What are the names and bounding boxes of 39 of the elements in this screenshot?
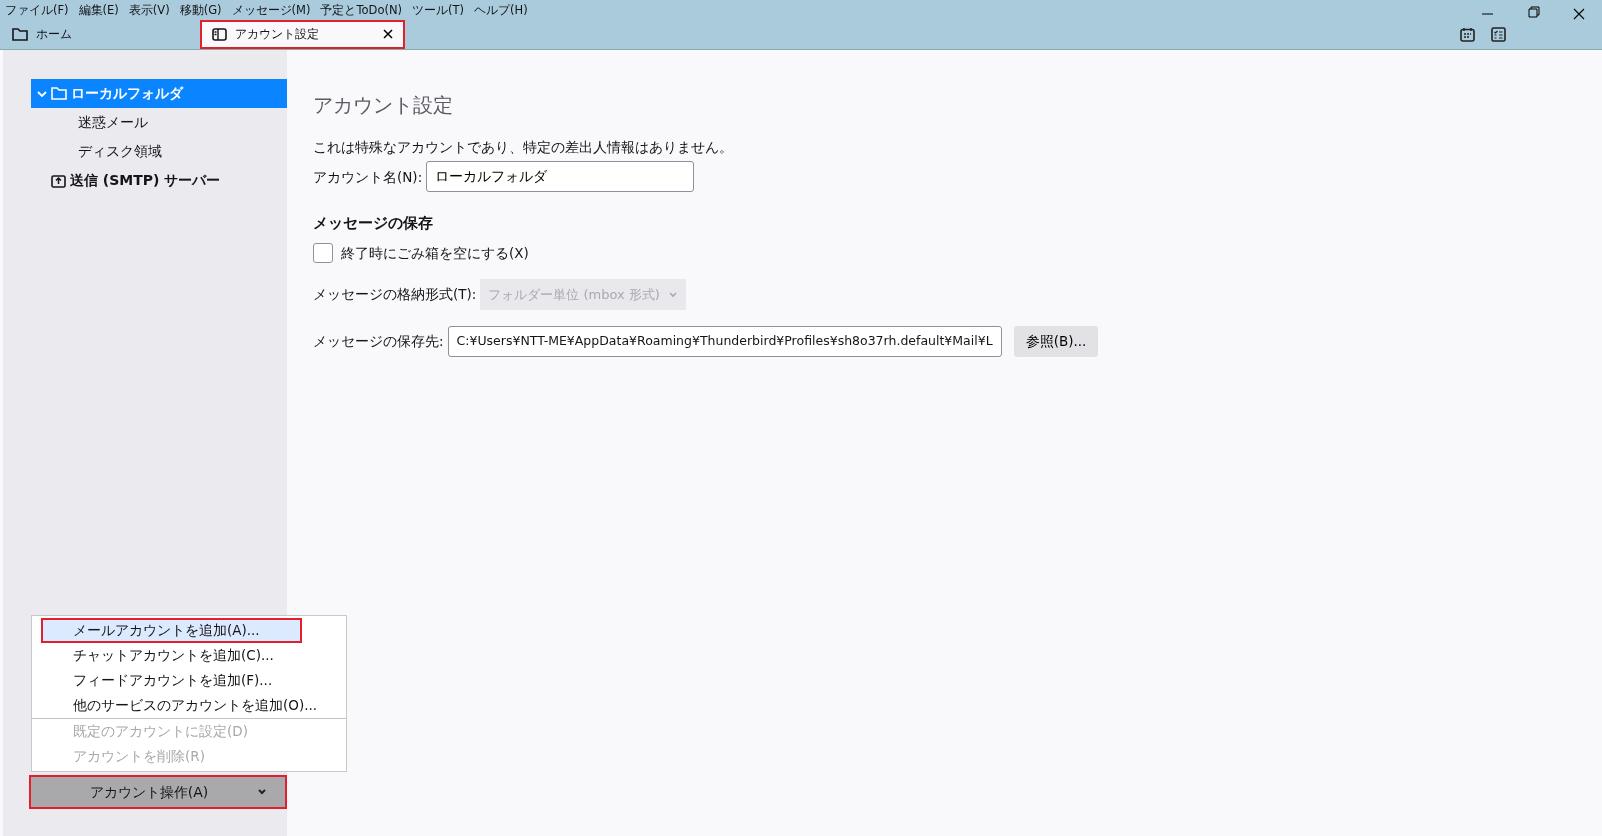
folder-icon	[51, 87, 67, 100]
browse-button[interactable]: 参照(B)...	[1013, 326, 1099, 357]
calendar-icon[interactable]	[1460, 27, 1475, 42]
menu-item[interactable]: メールアカウントを追加(A)...	[41, 618, 302, 643]
menu-item[interactable]: ファイル(F)	[0, 0, 74, 20]
menu-item[interactable]: ツール(T)	[407, 0, 470, 20]
folder-icon	[12, 28, 28, 41]
menu-item[interactable]: ヘルプ(H)	[469, 0, 533, 20]
menu-item[interactable]: メッセージ(M)	[226, 0, 316, 20]
tree-item[interactable]: 迷惑メール	[31, 108, 287, 137]
menu-item[interactable]: フィードアカウントを追加(F)...	[32, 668, 346, 693]
chevron-down-icon	[667, 290, 678, 299]
task-list-icon[interactable]	[1491, 27, 1506, 42]
outbox-icon	[51, 173, 66, 188]
field-label: メッセージの保存先:	[313, 332, 444, 352]
chevron-icon[interactable]	[37, 89, 47, 98]
tab[interactable]: アカウント設定	[200, 20, 405, 49]
account-actions-button[interactable]: アカウント操作(A)	[29, 775, 287, 809]
tree-item[interactable]: 送信 (SMTP) サーバー	[31, 166, 287, 195]
menu-item[interactable]: 予定とToDo(N)	[315, 0, 408, 20]
field-label: メッセージの格納形式(T):	[313, 285, 477, 305]
close-tab-icon[interactable]	[383, 29, 393, 40]
chevron-down-icon[interactable]	[257, 788, 267, 796]
tree-item[interactable]: ディスク領域	[31, 137, 287, 166]
input-field[interactable]: ローカルフォルダ	[426, 161, 695, 193]
menu-item[interactable]: チャットアカウントを追加(C)...	[32, 643, 346, 668]
checkbox-label: 終了時にごみ箱を空にする(X)	[341, 243, 529, 263]
tab[interactable]: ホーム	[0, 20, 200, 49]
note-text: これは特殊なアカウントであり、特定の差出人情報はありません。	[313, 138, 734, 157]
input-field[interactable]: C:¥Users¥NTT-ME¥AppData¥Roaming¥Thunderbird¥Profiles¥sh8o37rh.default¥Mail¥L	[447, 326, 1002, 357]
tree-item[interactable]: ローカルフォルダ	[31, 79, 287, 108]
menu-item[interactable]: 表示(V)	[123, 0, 175, 20]
field-label: アカウント名(N):	[313, 167, 423, 187]
menu-item[interactable]: 他のサービスのアカウントを追加(O)...	[32, 693, 346, 718]
menu-item[interactable]: 移動(G)	[174, 0, 227, 20]
page-title: アカウント設定	[313, 92, 454, 119]
section-heading: メッセージの保存	[313, 213, 434, 235]
menu-item[interactable]: 編集(E)	[73, 0, 124, 20]
checkbox[interactable]	[313, 242, 333, 263]
